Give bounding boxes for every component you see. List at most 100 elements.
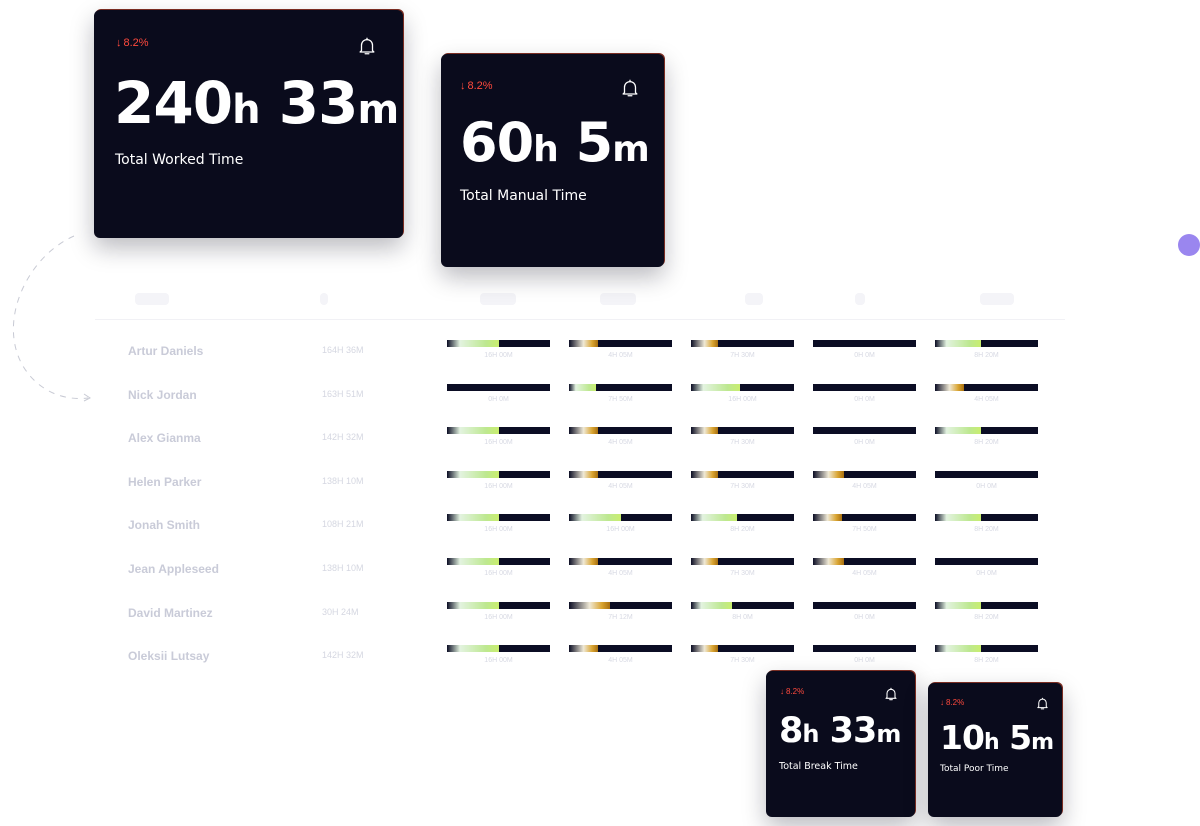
time-bar-fill bbox=[569, 383, 596, 391]
arrow-down-icon: ↓ bbox=[780, 687, 784, 696]
time-cell-label: 4H 05M bbox=[608, 352, 633, 359]
time-cell-label: 4H 05M bbox=[608, 482, 633, 490]
time-bar bbox=[447, 427, 550, 435]
table-row: Alex Gianma 142H 32M 16H 00M 4H 05M 7H 30M 0H… bbox=[95, 427, 1095, 475]
time-cell-label: 16H 00M bbox=[606, 526, 635, 534]
time-cell-label: 8H 20M bbox=[974, 526, 999, 534]
time-cell: 16H 00M bbox=[447, 601, 550, 632]
time-cell-label: 16H 00M bbox=[484, 352, 513, 359]
time-bar bbox=[447, 558, 550, 565]
time-bar bbox=[691, 383, 794, 391]
time-cell-label: 0H 0M bbox=[976, 570, 997, 577]
time-cell-label: 8H 20M bbox=[730, 526, 755, 534]
time-bar bbox=[569, 383, 672, 391]
time-bar-fill bbox=[935, 340, 982, 347]
employee-name: Jonah Smith bbox=[128, 518, 201, 533]
time-cell-label: 0H 0M bbox=[854, 395, 875, 403]
time-bar-fill bbox=[691, 340, 718, 347]
time-cell: 4H 05M bbox=[935, 383, 1038, 414]
table-row: Jonah Smith 108H 21M 16H 00M 16H 00M 8H 20M 7… bbox=[95, 514, 1095, 562]
time-bar bbox=[569, 601, 672, 609]
time-cell-label: 16H 00M bbox=[484, 613, 513, 621]
time-bar bbox=[447, 340, 550, 347]
time-bar bbox=[569, 427, 672, 435]
time-bar-fill bbox=[691, 558, 718, 565]
time-bar-fill bbox=[935, 645, 982, 653]
arrow-down-icon: ↓ bbox=[116, 37, 122, 49]
stat-value: 10h 5m bbox=[940, 718, 1054, 757]
time-cell-label: 8H 0M bbox=[732, 613, 753, 621]
time-bar-fill bbox=[691, 470, 718, 478]
bell-icon[interactable] bbox=[1035, 696, 1050, 711]
header-placeholder bbox=[480, 293, 516, 305]
time-bar-fill bbox=[813, 558, 844, 565]
time-bar-fill bbox=[447, 340, 499, 347]
time-cell-label: 4H 05M bbox=[974, 395, 999, 403]
time-bar-fill bbox=[569, 558, 598, 565]
header-placeholder bbox=[135, 293, 169, 305]
time-cell: 8H 20M bbox=[935, 514, 1038, 544]
stat-card-poor-time[interactable]: ↓ 8.2% 10h 5m Total Poor Time bbox=[928, 683, 1062, 817]
time-bar bbox=[691, 601, 794, 609]
time-cell-label: 4H 05M bbox=[608, 570, 633, 577]
employee-name: Oleksii Lutsay bbox=[128, 649, 210, 664]
time-cell-label: 0H 0M bbox=[488, 395, 509, 403]
delta-indicator: ↓ 8.2% bbox=[780, 687, 805, 696]
employee-name: Alex Gianma bbox=[128, 431, 201, 446]
stat-card-manual-time[interactable]: ↓ 8.2% 60h 5m Total Manual Time bbox=[441, 54, 664, 267]
time-bar-fill bbox=[935, 383, 964, 391]
time-bar-fill bbox=[569, 427, 598, 435]
time-cell-label: 4H 05M bbox=[852, 570, 877, 577]
time-bar bbox=[813, 470, 916, 478]
time-bar bbox=[935, 601, 1038, 609]
time-cell: 16H 00M bbox=[447, 645, 550, 675]
time-bar bbox=[569, 514, 672, 522]
time-cell: 0H 0M bbox=[935, 558, 1038, 588]
table-row: Helen Parker 138H 10M 16H 00M 4H 05M 7H 30M 4… bbox=[95, 470, 1095, 519]
dashed-arc-decoration bbox=[12, 235, 91, 402]
time-cell: 8H 20M bbox=[935, 340, 1038, 370]
stat-card-worked-time[interactable]: ↓ 8.2% 240h 33m Total Worked Time bbox=[94, 10, 403, 238]
time-cell: 16H 00M bbox=[447, 470, 550, 501]
time-cell-label: 16H 00M bbox=[484, 482, 513, 490]
time-cell-label: 0H 0M bbox=[854, 613, 875, 621]
time-cell: 0H 0M bbox=[813, 340, 916, 370]
time-bar-fill bbox=[447, 645, 499, 653]
time-cell: 4H 05M bbox=[569, 645, 672, 675]
stat-card-break-time[interactable]: ↓ 8.2% 8h 33m Total Break Time bbox=[766, 671, 915, 817]
employee-total: 142H 32M bbox=[322, 432, 364, 443]
employee-total: 108H 21M bbox=[322, 519, 364, 530]
time-cell-label: 16H 00M bbox=[728, 395, 757, 403]
time-cell-label: 8H 20M bbox=[974, 657, 999, 665]
time-cell: 4H 05M bbox=[569, 340, 672, 370]
header-placeholder bbox=[980, 293, 1014, 305]
bell-icon[interactable] bbox=[619, 77, 641, 99]
time-cell-label: 7H 30M bbox=[730, 570, 755, 577]
time-cell: 4H 05M bbox=[569, 470, 672, 501]
arrow-down-icon: ↓ bbox=[460, 80, 466, 92]
time-cell-label: 4H 05M bbox=[852, 482, 877, 490]
employee-name: David Martinez bbox=[128, 605, 213, 620]
employee-total: 138H 10M bbox=[322, 563, 364, 573]
time-cell: 0H 0M bbox=[813, 601, 916, 632]
time-bar bbox=[569, 645, 672, 653]
employee-total: 163H 51M bbox=[322, 388, 364, 399]
time-cell-label: 0H 0M bbox=[976, 482, 997, 490]
arrow-down-icon: ↓ bbox=[940, 698, 944, 707]
table-header bbox=[95, 285, 1065, 320]
bell-icon[interactable] bbox=[883, 686, 899, 702]
table-row: Artur Daniels 164H 36M 16H 00M 4H 05M 7H 30M… bbox=[95, 340, 1095, 388]
bell-icon[interactable] bbox=[356, 35, 378, 57]
header-placeholder bbox=[855, 293, 865, 305]
employee-total: 30H 24M bbox=[322, 606, 359, 617]
time-bar-fill bbox=[813, 514, 842, 522]
time-cell: 7H 12M bbox=[569, 601, 672, 632]
time-cell-label: 8H 20M bbox=[974, 613, 999, 621]
employee-name: Nick Jordan bbox=[128, 387, 197, 402]
delta-indicator: ↓ 8.2% bbox=[116, 37, 149, 49]
time-cell: 8H 0M bbox=[691, 601, 794, 632]
time-cell: 7H 30M bbox=[691, 427, 794, 457]
employee-name: Artur Daniels bbox=[128, 344, 204, 358]
stat-value: 240h 33m bbox=[114, 69, 399, 137]
table-row: David Martinez 30H 24M 16H 00M 7H 12M 8H 0M 0… bbox=[95, 601, 1095, 650]
